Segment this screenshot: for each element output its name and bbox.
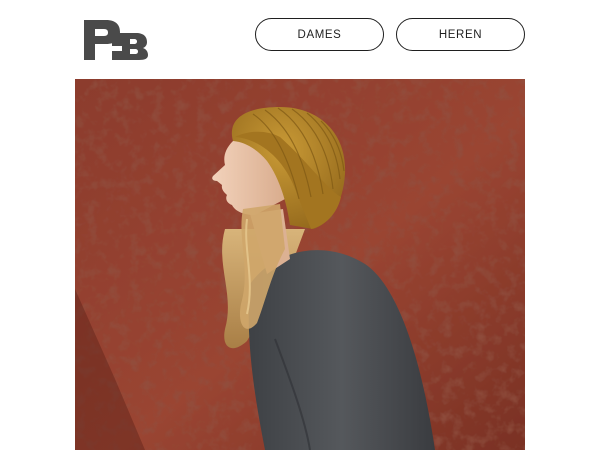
hero-photo-woman-in-beanie xyxy=(75,79,525,450)
site-header: DAMES HEREN xyxy=(0,0,600,78)
dames-button[interactable]: DAMES xyxy=(255,18,384,51)
pb-monogram-logo-icon xyxy=(84,20,148,60)
brand-logo[interactable] xyxy=(84,20,148,60)
heren-button[interactable]: HEREN xyxy=(396,18,525,51)
hero-image xyxy=(75,79,525,450)
